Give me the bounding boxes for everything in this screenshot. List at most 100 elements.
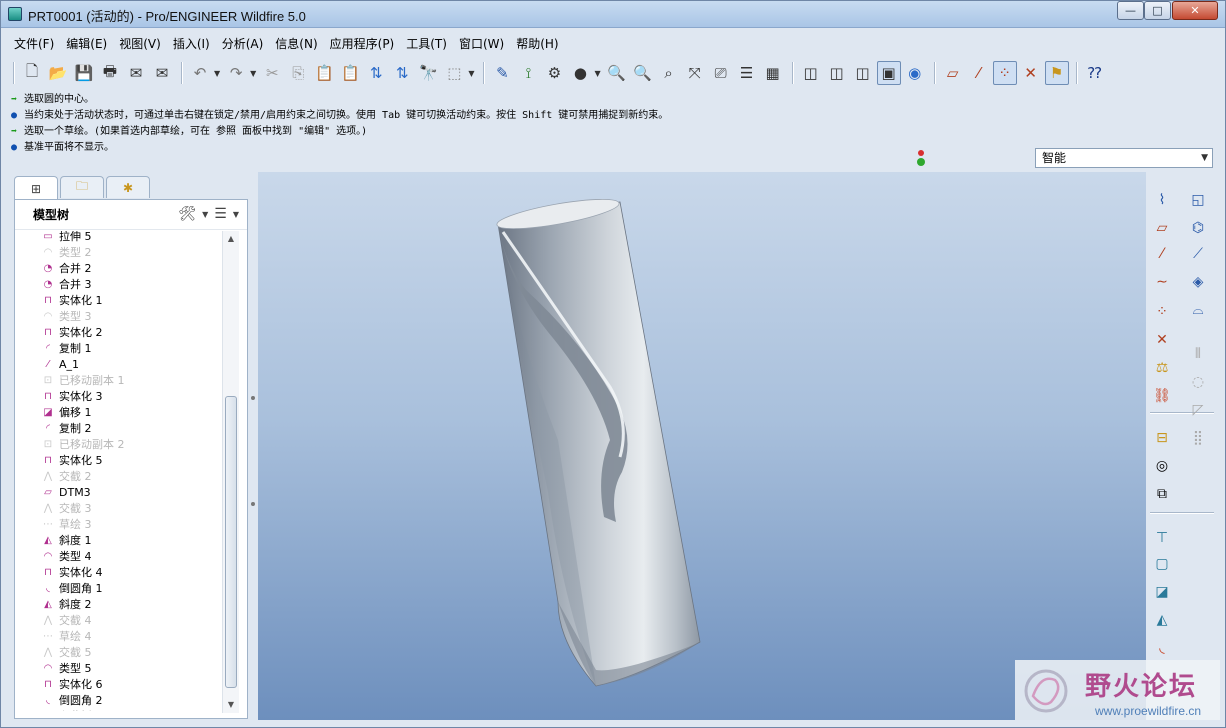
- paste-special-icon[interactable]: 📋: [338, 61, 362, 85]
- tree-item[interactable]: ◔ 合并 3: [41, 276, 92, 292]
- datum-plane-display-icon[interactable]: ⏥: [941, 61, 965, 85]
- layers-icon[interactable]: ☰: [735, 61, 759, 85]
- annotation-display-icon[interactable]: ⚑: [1044, 61, 1069, 85]
- menu-tools[interactable]: 工具(T): [406, 34, 447, 54]
- regen-manager-icon[interactable]: ⇅: [390, 61, 414, 85]
- close-button[interactable]: ✕: [1172, 1, 1218, 20]
- boundary-blend-icon[interactable]: ◈: [1186, 270, 1210, 294]
- print-icon[interactable]: 🖶: [98, 61, 122, 85]
- zoom-out-icon[interactable]: 🔍: [631, 61, 655, 85]
- tree-item[interactable]: ◠ 类型 4: [41, 548, 92, 564]
- chain-icon[interactable]: ⛓: [1150, 384, 1174, 408]
- tree-item[interactable]: ⋀ 交截 3: [41, 500, 92, 516]
- redo-dropdown-icon[interactable]: ▼: [250, 69, 256, 78]
- tree-item[interactable]: ⊓ 实体化 2: [41, 324, 102, 340]
- datum-point-display-icon[interactable]: ⁘: [992, 61, 1017, 85]
- copy-icon[interactable]: ⎘: [286, 61, 310, 85]
- sketch-icon[interactable]: ✎: [490, 61, 514, 85]
- save-icon[interactable]: 💾: [72, 61, 96, 85]
- copy-geometry-icon[interactable]: ⧉: [1150, 482, 1174, 506]
- tab-model-tree[interactable]: ⊞: [14, 176, 58, 200]
- traffic-light-icon[interactable]: [914, 149, 928, 169]
- round-icon[interactable]: ◟: [1150, 636, 1174, 660]
- regenerate-icon[interactable]: ⇅: [364, 61, 388, 85]
- tree-item[interactable]: ◔ 合并 2: [41, 260, 92, 276]
- tab-folder-browser[interactable]: 🗀: [60, 176, 104, 198]
- tree-item[interactable]: ⊓ 实体化 5: [41, 452, 102, 468]
- menu-info[interactable]: 信息(N): [275, 34, 317, 54]
- hidden-line-icon[interactable]: ◫: [825, 61, 849, 85]
- email-icon[interactable]: ✉: [124, 61, 148, 85]
- tree-item[interactable]: ◭ 斜度 2: [41, 596, 91, 612]
- minimize-button[interactable]: —: [1117, 1, 1144, 20]
- find-icon[interactable]: 🔭: [416, 61, 440, 85]
- menu-window[interactable]: 窗口(W): [459, 34, 504, 54]
- orient-mode-icon[interactable]: ⚙: [542, 61, 566, 85]
- tree-item[interactable]: ⋀ 交截 2: [41, 468, 92, 484]
- context-help-icon[interactable]: ⁇: [1083, 61, 1107, 85]
- tree-item[interactable]: ⊓ 实体化 3: [41, 388, 102, 404]
- csys-icon[interactable]: ✕: [1150, 328, 1174, 352]
- tree-item[interactable]: ◭ 斜度 1: [41, 532, 91, 548]
- show-icon[interactable]: ☰: [214, 206, 227, 222]
- spin-center-icon[interactable]: ⟟: [516, 61, 540, 85]
- draft-icon[interactable]: ◭: [1150, 608, 1174, 632]
- tree-item[interactable]: ⊡ 已移动副本 2: [41, 436, 125, 452]
- mirror-icon[interactable]: ⫴: [1186, 342, 1210, 366]
- tab-favorites[interactable]: ✱: [106, 176, 150, 198]
- scroll-down-icon[interactable]: ▼: [223, 697, 239, 713]
- enhanced-realism-icon[interactable]: ◉: [903, 61, 927, 85]
- menu-view[interactable]: 视图(V): [119, 34, 161, 54]
- wireframe-icon[interactable]: ◫: [799, 61, 823, 85]
- tree-item[interactable]: ◜ 复制 2: [41, 420, 91, 436]
- no-hidden-icon[interactable]: ◫: [851, 61, 875, 85]
- extrude-icon[interactable]: ◱: [1186, 188, 1210, 212]
- email-link-icon[interactable]: ✉: [150, 61, 174, 85]
- scroll-up-icon[interactable]: ▲: [223, 231, 239, 247]
- datum-plane-icon[interactable]: ▱: [1150, 216, 1174, 240]
- refit-icon[interactable]: ⌕: [657, 61, 681, 85]
- undo-dropdown-icon[interactable]: ▼: [214, 69, 220, 78]
- graphics-window[interactable]: [258, 172, 1146, 720]
- tree-settings-icon[interactable]: 🛠: [178, 206, 196, 222]
- menu-analysis[interactable]: 分析(A): [222, 34, 264, 54]
- revolve-icon[interactable]: ⌬: [1186, 216, 1210, 240]
- tree-item[interactable]: ▱ DTM3: [41, 484, 91, 500]
- tree-item[interactable]: ▭ 拉伸 5: [41, 231, 91, 244]
- hole-icon[interactable]: ⊤: [1150, 526, 1174, 550]
- shading-dropdown-icon[interactable]: ▼: [594, 69, 600, 78]
- select-dropdown-icon[interactable]: ▼: [468, 69, 474, 78]
- tree-item[interactable]: ➜ 在此插入: [41, 708, 103, 711]
- chevron-down-icon[interactable]: ▼: [202, 210, 208, 219]
- style-surface-icon[interactable]: ⌓: [1186, 298, 1210, 322]
- tree-item[interactable]: ⊓ 实体化 4: [41, 564, 102, 580]
- saved-views-icon[interactable]: ⎚: [709, 61, 733, 85]
- csys-display-icon[interactable]: ✕: [1019, 61, 1043, 85]
- shading-icon[interactable]: ●: [568, 61, 592, 85]
- datum-sketch-icon[interactable]: ⌇: [1150, 188, 1174, 212]
- tree-item[interactable]: ⊓ 实体化 1: [41, 292, 102, 308]
- tree-item[interactable]: ◪ 偏移 1: [41, 404, 91, 420]
- tree-item[interactable]: ◜ 复制 1: [41, 340, 91, 356]
- tree-item[interactable]: ⋯ 草绘 3: [41, 516, 92, 532]
- pattern-icon[interactable]: ⣿: [1186, 426, 1210, 450]
- scroll-thumb[interactable]: [225, 396, 237, 688]
- tree-item[interactable]: ◠ 类型 2: [41, 244, 92, 260]
- tree-item[interactable]: ◟ 倒圆角 2: [41, 692, 102, 708]
- place-component-icon[interactable]: ⊟: [1150, 426, 1174, 450]
- datum-axis-display-icon[interactable]: ⁄: [967, 61, 991, 85]
- tree-item[interactable]: ⋯ 草绘 4: [41, 628, 92, 644]
- datum-point-icon[interactable]: ⁘: [1150, 300, 1174, 324]
- tree-item[interactable]: ◟ 倒圆角 1: [41, 580, 102, 596]
- analysis-feature-icon[interactable]: ⚖: [1150, 356, 1174, 380]
- panel-splitter[interactable]: [248, 176, 258, 720]
- menu-file[interactable]: 文件(F): [14, 34, 54, 54]
- view-manager-icon[interactable]: ▦: [761, 61, 785, 85]
- rib-icon[interactable]: ◪: [1150, 580, 1174, 604]
- 3d-part-model[interactable]: [495, 193, 701, 687]
- tree-item[interactable]: ◠ 类型 3: [41, 308, 92, 324]
- merge-icon[interactable]: ◌: [1186, 370, 1210, 394]
- chevron-down-icon[interactable]: ▼: [233, 210, 239, 219]
- selection-filter-select[interactable]: 智能 ▼: [1035, 148, 1213, 168]
- tree-item[interactable]: ⋀ 交截 4: [41, 612, 92, 628]
